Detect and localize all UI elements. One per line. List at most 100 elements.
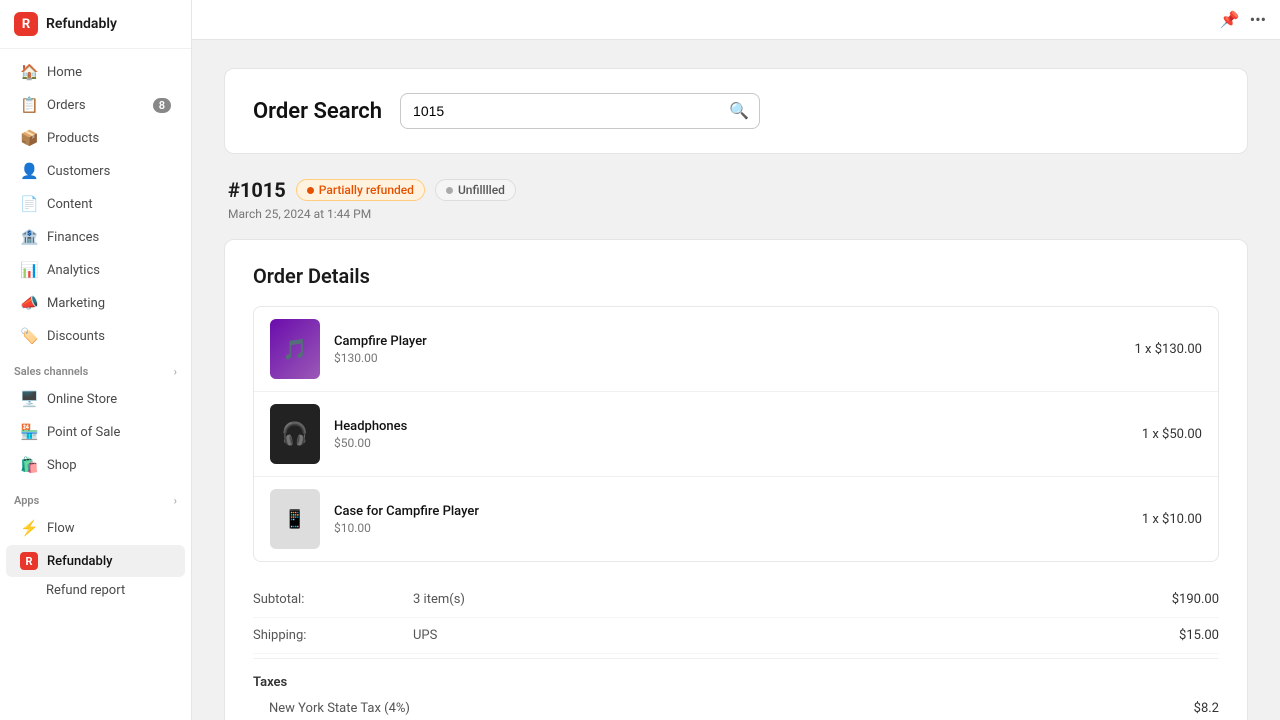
product-price: $50.00 <box>334 436 1128 450</box>
product-name: Headphones <box>334 419 1128 434</box>
sidebar-item-label: Shop <box>47 458 77 473</box>
sidebar-item-discounts[interactable]: 🏷️ Discounts <box>6 320 185 352</box>
pin-icon[interactable]: 📌 <box>1220 10 1240 29</box>
product-row-campfire-player: 🎵 Campfire Player $130.00 1 x $130.00 <box>254 307 1218 392</box>
product-quantity: 1 x $10.00 <box>1142 512 1202 527</box>
sidebar-item-analytics[interactable]: 📊 Analytics <box>6 254 185 286</box>
search-icon: 🔍 <box>729 101 749 121</box>
tax-row: New York State Tax (4%) $8.2 <box>253 696 1219 720</box>
product-info: Campfire Player $130.00 <box>334 334 1121 365</box>
order-search-card: Order Search 🔍 <box>224 68 1248 154</box>
app-logo: R <box>14 12 38 36</box>
sidebar-item-flow[interactable]: ⚡ Flow <box>6 512 185 544</box>
tax-val: $8.2 <box>1194 701 1219 716</box>
sidebar-item-label: Content <box>47 197 93 212</box>
shipping-val: $15.00 <box>1139 628 1219 643</box>
order-date: March 25, 2024 at 1:44 PM <box>228 207 1244 221</box>
product-row-case-campfire: 📱 Case for Campfire Player $10.00 1 x $1… <box>254 477 1218 561</box>
order-details-card: Order Details 🎵 Campfire Player $130.00 … <box>224 239 1248 720</box>
product-quantity: 1 x $130.00 <box>1135 342 1202 357</box>
badge-partially-refunded: Partially refunded <box>296 179 425 201</box>
discounts-icon: 🏷️ <box>20 327 38 345</box>
finances-icon: 🏦 <box>20 228 38 246</box>
sidebar-item-online-store[interactable]: 🖥️ Online Store <box>6 383 185 415</box>
apps-chevron-icon[interactable]: › <box>174 494 177 507</box>
sidebar-item-home[interactable]: 🏠 Home <box>6 56 185 88</box>
sidebar-item-refundably[interactable]: R Refundably <box>6 545 185 577</box>
sidebar-item-label: Point of Sale <box>47 425 120 440</box>
sidebar-header: R Refundably <box>0 0 191 49</box>
product-price: $10.00 <box>334 521 1128 535</box>
sidebar-subitem-refund-report[interactable]: Refund report <box>6 578 185 603</box>
partial-dot-icon <box>307 187 314 194</box>
marketing-icon: 📣 <box>20 294 38 312</box>
product-thumb-campfire: 🎵 <box>270 319 320 379</box>
sidebar-item-finances[interactable]: 🏦 Finances <box>6 221 185 253</box>
sidebar-item-label: Home <box>47 65 82 80</box>
sidebar-item-label: Customers <box>47 164 110 179</box>
taxes-header: Taxes <box>253 663 1219 696</box>
sidebar: R Refundably 🏠 Home 📋 Orders 8 📦 Product… <box>0 0 192 720</box>
search-input-wrap: 🔍 <box>400 93 760 129</box>
product-row-headphones: 🎧 Headphones $50.00 1 x $50.00 <box>254 392 1218 477</box>
subtotal-label: Subtotal: <box>253 592 413 607</box>
product-info: Case for Campfire Player $10.00 <box>334 504 1128 535</box>
product-thumb-headphones: 🎧 <box>270 404 320 464</box>
sales-channels-chevron-icon[interactable]: › <box>174 365 177 378</box>
sidebar-item-shop[interactable]: 🛍️ Shop <box>6 449 185 481</box>
sidebar-item-content[interactable]: 📄 Content <box>6 188 185 220</box>
content-icon: 📄 <box>20 195 38 213</box>
subtotal-row: Subtotal: 3 item(s) $190.00 <box>253 582 1219 618</box>
topbar: 📌 ••• <box>192 0 1280 40</box>
order-id-row: #1015 Partially refunded Unfilllled <box>228 178 1244 202</box>
sidebar-item-customers[interactable]: 👤 Customers <box>6 155 185 187</box>
main-area: 📌 ••• Order Search 🔍 #1015 Partially ref… <box>192 0 1280 720</box>
flow-icon: ⚡ <box>20 519 38 537</box>
sidebar-item-label: Analytics <box>47 263 100 278</box>
order-meta: #1015 Partially refunded Unfilllled Marc… <box>224 178 1248 221</box>
sidebar-item-point-of-sale[interactable]: 🏪 Point of Sale <box>6 416 185 448</box>
orders-icon: 📋 <box>20 96 38 114</box>
subtotal-val: $190.00 <box>1139 592 1219 607</box>
sidebar-item-label: Products <box>47 131 99 146</box>
more-icon[interactable]: ••• <box>1250 10 1266 29</box>
products-icon: 📦 <box>20 129 38 147</box>
unfulfilled-dot-icon <box>446 187 453 194</box>
search-input[interactable] <box>401 96 719 126</box>
product-name: Campfire Player <box>334 334 1121 349</box>
customers-icon: 👤 <box>20 162 38 180</box>
refundably-icon: R <box>20 552 38 570</box>
badge-unfulfilled: Unfilllled <box>435 179 516 201</box>
search-button[interactable]: 🔍 <box>719 94 759 128</box>
analytics-icon: 📊 <box>20 261 38 279</box>
apps-section-label: Apps › <box>0 482 191 511</box>
shop-icon: 🛍️ <box>20 456 38 474</box>
product-thumb-case: 📱 <box>270 489 320 549</box>
sidebar-item-label: Finances <box>47 230 99 245</box>
sales-channels-section-label: Sales channels › <box>0 353 191 382</box>
sidebar-item-label: Discounts <box>47 329 105 344</box>
sidebar-item-marketing[interactable]: 📣 Marketing <box>6 287 185 319</box>
product-price: $130.00 <box>334 351 1121 365</box>
taxes-list: New York State Tax (4%) $8.2 New York Ci… <box>253 696 1219 720</box>
shipping-carrier: UPS <box>413 628 1139 643</box>
app-name: Refundably <box>46 16 117 32</box>
sidebar-item-orders[interactable]: 📋 Orders 8 <box>6 89 185 121</box>
order-summary: Subtotal: 3 item(s) $190.00 Shipping: UP… <box>253 582 1219 720</box>
products-section: 🎵 Campfire Player $130.00 1 x $130.00 🎧 … <box>253 306 1219 562</box>
orders-badge: 8 <box>153 98 171 113</box>
topbar-icons: 📌 ••• <box>1220 10 1266 29</box>
product-info: Headphones $50.00 <box>334 419 1128 450</box>
search-title: Order Search <box>253 99 382 124</box>
subtotal-items: 3 item(s) <box>413 592 1139 607</box>
online-store-icon: 🖥️ <box>20 390 38 408</box>
sidebar-item-label: Flow <box>47 521 75 536</box>
product-name: Case for Campfire Player <box>334 504 1128 519</box>
shipping-label: Shipping: <box>253 628 413 643</box>
sidebar-item-label: Online Store <box>47 392 117 407</box>
sidebar-item-label: Marketing <box>47 296 105 311</box>
order-details-title: Order Details <box>253 264 1219 288</box>
point-of-sale-icon: 🏪 <box>20 423 38 441</box>
sidebar-item-products[interactable]: 📦 Products <box>6 122 185 154</box>
order-id: #1015 <box>228 178 286 202</box>
